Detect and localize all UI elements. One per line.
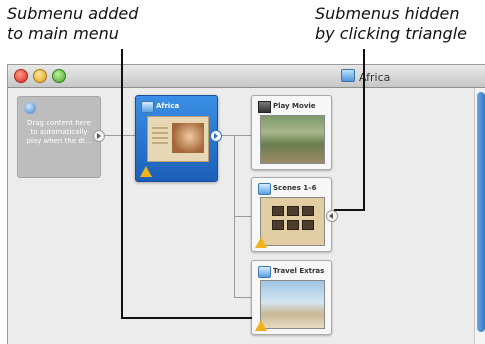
movie-icon — [258, 101, 271, 113]
scenes-thumbnail — [260, 197, 325, 246]
submenu-play-movie[interactable]: Play Movie — [251, 95, 332, 170]
main-menu-disclosure-triangle[interactable] — [210, 130, 222, 142]
submenu-title: Play Movie — [273, 102, 316, 110]
app-window: Africa Drag content here to automaticall… — [7, 64, 485, 344]
zoom-window-button[interactable] — [52, 69, 66, 83]
connector-line — [105, 135, 135, 136]
vertical-scrollbar[interactable] — [474, 88, 485, 344]
warning-icon — [255, 320, 267, 331]
title-bar: Africa — [8, 65, 485, 88]
scene-thumbnail — [287, 206, 299, 216]
callout-leader-line — [363, 49, 365, 211]
connector-line — [234, 297, 251, 298]
callout-leader-line — [121, 49, 123, 318]
callout-submenus-hidden: Submenus hidden by clicking triangle — [315, 4, 467, 44]
submenu-title: Scenes 1–6 — [273, 184, 317, 192]
callout-line: Submenu added — [7, 4, 139, 23]
callout-leader-line — [121, 317, 252, 319]
menu-icon — [258, 183, 271, 195]
scene-thumbnail — [302, 220, 314, 230]
warning-icon — [255, 237, 267, 248]
scene-thumbnail — [287, 220, 299, 230]
movie-thumbnail — [260, 115, 325, 164]
scene-thumbnail — [302, 206, 314, 216]
scene-thumbnail — [272, 220, 284, 230]
connector-line — [234, 216, 251, 217]
dvd-menu-icon — [341, 69, 355, 82]
menu-photo — [172, 123, 204, 153]
main-menu-africa[interactable]: Africa — [135, 95, 218, 182]
callout-line: Submenus hidden — [315, 4, 460, 23]
callout-leader-line — [334, 209, 365, 211]
menu-icon — [141, 101, 154, 113]
scenes-disclosure-triangle[interactable] — [326, 210, 338, 222]
map-canvas[interactable]: Drag content here to automatically play … — [8, 88, 474, 344]
close-window-button[interactable] — [14, 69, 28, 83]
minimize-window-button[interactable] — [33, 69, 47, 83]
travel-extras-thumbnail — [260, 280, 325, 329]
menu-icon — [258, 266, 271, 278]
connector-line — [234, 135, 251, 136]
disc-icon — [24, 102, 36, 114]
connector-line — [222, 135, 234, 136]
submenu-travel-extras[interactable]: Travel Extras — [251, 260, 332, 335]
submenu-title: Travel Extras — [273, 267, 325, 275]
main-menu-title: Africa — [156, 102, 180, 110]
drop-area-disclosure-triangle[interactable] — [93, 130, 105, 142]
callout-line: by clicking triangle — [315, 24, 467, 43]
callout-line: to main menu — [7, 24, 119, 43]
menu-text-lines — [152, 127, 168, 147]
scrollbar-thumb[interactable] — [477, 92, 485, 332]
window-title: Africa — [341, 69, 390, 84]
drop-area-text: Drag content here to automatically play … — [26, 119, 92, 145]
warning-icon — [140, 166, 152, 177]
submenu-scenes[interactable]: Scenes 1–6 — [251, 177, 332, 252]
callout-submenu-added: Submenu added to main menu — [7, 4, 138, 44]
menu-thumbnail — [147, 116, 209, 162]
autoplay-drop-area[interactable]: Drag content here to automatically play … — [17, 96, 101, 178]
scene-thumbnail — [272, 206, 284, 216]
